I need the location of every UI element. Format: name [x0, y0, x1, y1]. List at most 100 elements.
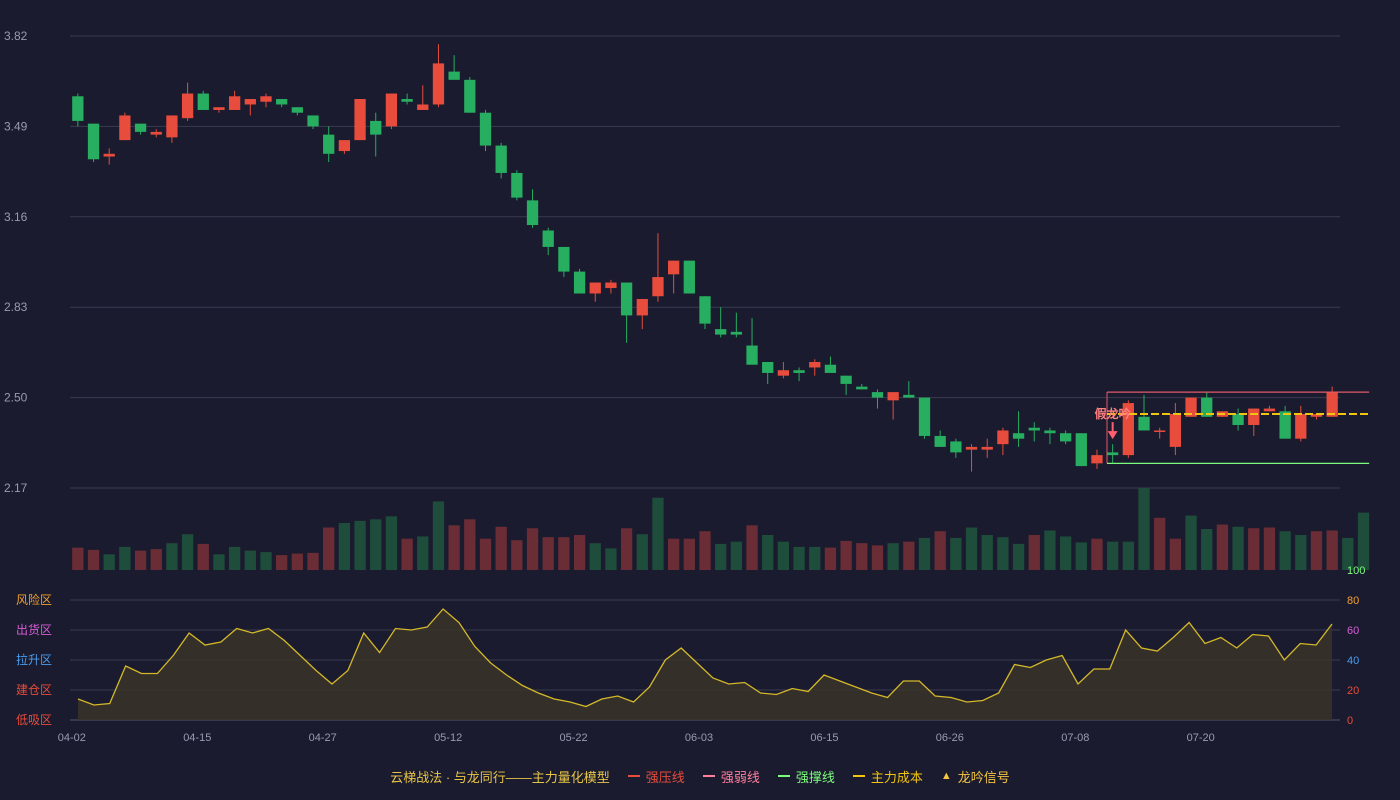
candle-body [981, 446, 993, 450]
candle-body [918, 397, 931, 436]
volume-bar [871, 545, 884, 570]
candle-body [291, 107, 303, 113]
candle-body [511, 172, 523, 198]
candle [652, 233, 664, 302]
legend-item-dragon-signal[interactable]: ▲ 龙吟信号 [941, 767, 1010, 786]
candle [213, 107, 225, 113]
candle-body [228, 96, 241, 110]
volume-bar [150, 549, 162, 570]
volume-bar [291, 553, 303, 570]
volume-bar [338, 523, 351, 570]
candle-body [1107, 452, 1119, 456]
candle-body [464, 79, 476, 113]
candle-body [871, 392, 884, 398]
legend-item-strength-weakness[interactable]: 强弱线 [702, 767, 760, 786]
x-tick-label: 06-26 [936, 732, 964, 744]
candle-body [307, 115, 319, 127]
candle-body [934, 435, 946, 447]
volume-bar [667, 538, 680, 570]
volume-bar [1248, 528, 1260, 570]
volume-bar [1295, 534, 1307, 570]
candle [1263, 405, 1276, 412]
candle-body [134, 123, 147, 132]
candle [354, 99, 366, 141]
candle [699, 296, 711, 330]
zone-label: 风险区 [16, 592, 52, 607]
volume-bar [213, 554, 225, 570]
candle-body [1075, 433, 1087, 467]
candle-body [417, 104, 429, 110]
candle [511, 170, 523, 201]
zone-label: 建仓区 [16, 683, 52, 697]
candle [1169, 403, 1182, 456]
x-tick-label: 04-15 [183, 732, 211, 744]
candle-body [244, 99, 256, 105]
volume-bar [448, 525, 460, 570]
candles [72, 44, 1338, 472]
strength-weakness-line-icon [702, 775, 715, 777]
candle [934, 430, 946, 447]
candle-body [730, 331, 743, 335]
volume-bar [1012, 543, 1025, 570]
x-tick-label: 07-20 [1187, 732, 1215, 744]
x-tick-label: 04-02 [58, 732, 86, 744]
candle [1295, 405, 1307, 442]
candle [1012, 411, 1025, 447]
candle [918, 397, 931, 439]
volume-bar [824, 547, 837, 570]
candle-body [354, 99, 366, 141]
candle-body [683, 260, 695, 294]
candle [573, 268, 586, 294]
volume-bar [370, 519, 382, 570]
volume-bar [1216, 524, 1229, 570]
indicator-tick-label: 100 [1347, 565, 1365, 577]
legend-label: 主力成本 [870, 769, 923, 785]
triangle-icon: ▲ [940, 770, 952, 782]
candle [291, 107, 303, 116]
candle-body [636, 298, 648, 316]
candle-body [1169, 414, 1182, 447]
candle [683, 260, 695, 294]
candle [903, 381, 915, 398]
candle-body [1295, 414, 1307, 439]
candle-body [824, 364, 837, 373]
candle-body [260, 96, 272, 102]
x-tick-label: 05-12 [434, 732, 462, 744]
legend-item-strong-support[interactable]: 强撑线 [777, 767, 835, 786]
volume-bar [793, 546, 805, 570]
volume-bar [307, 552, 319, 570]
candle [87, 123, 100, 163]
candle-body [72, 96, 84, 121]
legend-item-strong-pressure[interactable]: 强压线 [627, 767, 685, 786]
volume-bar [746, 525, 758, 570]
candle [824, 356, 837, 373]
volume-bar [1138, 488, 1150, 570]
candle [730, 312, 743, 338]
candle [72, 93, 84, 127]
candle-body [276, 99, 288, 105]
candle [620, 282, 633, 343]
candle-body [1044, 430, 1056, 434]
candle [1279, 405, 1291, 439]
volume-bar [636, 534, 648, 570]
candle [667, 260, 680, 294]
candle-body [448, 71, 460, 80]
candle [197, 90, 209, 110]
volume-bar [1326, 530, 1338, 570]
candle [385, 93, 398, 130]
candle [605, 279, 617, 294]
volume-bar [997, 537, 1009, 570]
x-tick-label: 05-22 [559, 732, 587, 744]
candle [307, 115, 319, 130]
candle-body [150, 131, 162, 135]
candle-body [432, 63, 445, 105]
legend-item-main-cost[interactable]: 主力成本 [852, 767, 923, 786]
main-cost-line-icon [852, 775, 865, 777]
candle [1138, 394, 1150, 431]
volume-bar [1357, 512, 1370, 570]
volume-bar [197, 543, 209, 570]
candle-body [526, 200, 539, 226]
candle [997, 427, 1009, 456]
candle [370, 112, 382, 157]
volume-bar [950, 537, 962, 570]
